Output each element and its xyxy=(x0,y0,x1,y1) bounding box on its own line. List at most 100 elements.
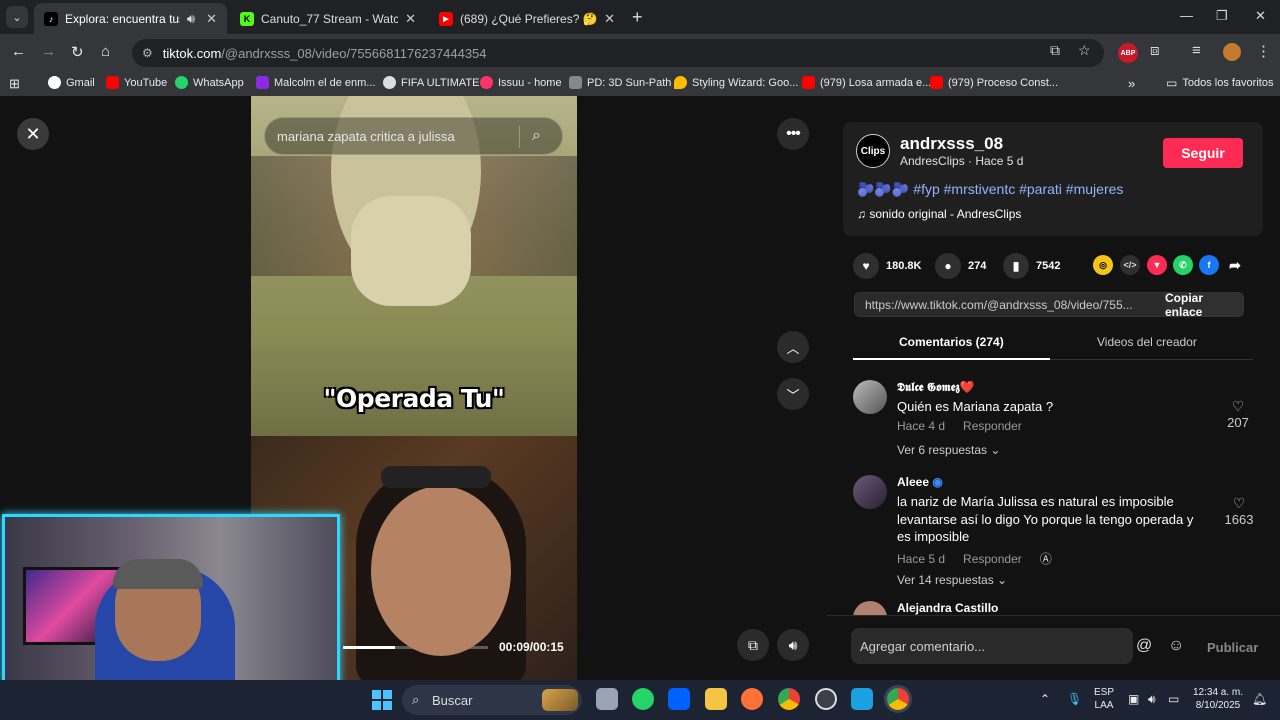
view-replies-button[interactable]: Ver 6 respuestas ⌄ xyxy=(897,443,1000,457)
bookmark-youtube[interactable]: YouTube xyxy=(106,76,167,89)
restore-icon[interactable]: ❐ xyxy=(1216,8,1228,24)
bookmark-styling-wizard[interactable]: Styling Wizard: Goo... xyxy=(674,76,798,89)
previous-video-button[interactable]: ︿ xyxy=(777,331,809,363)
chrome-active-icon[interactable] xyxy=(887,688,909,710)
bookmark-whatsapp[interactable]: WhatsApp xyxy=(175,76,244,89)
hashtags[interactable]: #fyp #mrstiventc #parati #mujeres xyxy=(913,181,1123,197)
reply-button[interactable]: Responder xyxy=(963,419,1022,433)
network-icon[interactable]: ▣ xyxy=(1128,692,1139,706)
send-message-icon[interactable]: ▼ xyxy=(1147,255,1167,275)
copy-link-button[interactable]: Copiar enlace xyxy=(1165,291,1243,319)
apps-grid-icon[interactable]: ⊞ xyxy=(9,76,20,92)
home-icon[interactable]: ⌂ xyxy=(101,43,110,60)
speaker-icon[interactable]: 🔊︎ xyxy=(187,11,195,27)
repost-share-icon[interactable]: ◎ xyxy=(1093,255,1113,275)
language-indicator[interactable]: ESP LAA xyxy=(1094,686,1114,712)
obs-icon[interactable] xyxy=(815,688,837,710)
menu-kebab-icon[interactable]: ⋮ xyxy=(1256,42,1271,60)
reply-button[interactable]: Responder xyxy=(963,552,1022,566)
facebook-share-icon[interactable]: f xyxy=(1199,255,1219,275)
creator-avatar[interactable]: Clips xyxy=(856,134,890,168)
comment-like[interactable]: ♡ 1663 xyxy=(1217,495,1261,527)
all-bookmarks-button[interactable]: ▭ Todos los favoritos xyxy=(1166,76,1273,90)
search-input[interactable]: mariana zapata critica a julissa xyxy=(277,129,455,144)
profile-avatar[interactable] xyxy=(1223,43,1241,61)
install-app-icon[interactable]: ⧉ xyxy=(1050,42,1060,59)
embed-code-icon[interactable]: </> xyxy=(1120,255,1140,275)
new-tab-button[interactable]: + xyxy=(632,7,643,28)
close-tab-icon[interactable]: ✕ xyxy=(604,11,615,27)
forward-arrow-icon[interactable]: → xyxy=(41,43,56,60)
bookmark-losa[interactable]: (979) Losa armada e... xyxy=(802,76,931,89)
window-close-icon[interactable]: ✕ xyxy=(1255,8,1266,24)
bookmark-star-icon[interactable]: ☆ xyxy=(1078,42,1091,59)
tab-creator-videos[interactable]: Videos del creador xyxy=(1097,335,1197,349)
commenter-name[interactable]: Aleee ◉ xyxy=(897,475,943,489)
search-icon[interactable]: ⌕ xyxy=(532,127,541,145)
minimize-icon[interactable]: — xyxy=(1180,8,1193,23)
next-video-button[interactable]: ﹀ xyxy=(777,378,809,410)
file-explorer-icon[interactable] xyxy=(705,688,727,710)
more-options-button[interactable]: ••• xyxy=(777,118,809,150)
commenter-avatar[interactable] xyxy=(853,475,887,509)
mention-icon[interactable]: @ xyxy=(1136,637,1152,655)
like-stat[interactable]: ♥ 180.8K xyxy=(853,253,921,279)
commenter-name[interactable]: 𝕯𝖚𝖑𝖈𝖊 𝕲𝖔𝖒𝖊𝖟❤️ xyxy=(897,380,975,395)
whatsapp-app-icon[interactable] xyxy=(632,688,654,710)
address-bar[interactable]: ⚙ tiktok.com/@andrxsss_08/video/75566811… xyxy=(132,39,1104,67)
view-replies-button[interactable]: Ver 14 respuestas ⌄ xyxy=(897,573,1007,587)
bookmark-malcolm[interactable]: Malcolm el de enm... xyxy=(256,76,375,89)
microphone-icon[interactable]: 🎙︎ xyxy=(1067,692,1082,706)
battery-icon[interactable]: ▭ xyxy=(1168,692,1179,706)
publish-button[interactable]: Publicar xyxy=(1207,640,1258,655)
follow-button[interactable]: Seguir xyxy=(1163,138,1243,168)
close-video-button[interactable]: ✕ xyxy=(17,118,49,150)
bookmark-sunpath[interactable]: PD: 3D Sun-Path xyxy=(569,76,671,89)
tab-tiktok[interactable]: ♪ Explora: encuentra tus videos 🔊︎ ✕ xyxy=(34,3,227,34)
floating-player-button[interactable]: ⧉ xyxy=(737,629,769,661)
chrome-icon[interactable] xyxy=(778,688,800,710)
bookmarks-overflow-button[interactable]: » xyxy=(1128,76,1135,91)
media-control-icon[interactable]: ≡ xyxy=(1192,42,1201,59)
search-bar[interactable]: mariana zapata critica a julissa ⌕ xyxy=(264,117,563,155)
commenter-name[interactable]: Alejandra Castillo xyxy=(897,601,998,615)
bookmark-gmail[interactable]: Gmail xyxy=(48,76,95,89)
tab-kick[interactable]: K Canuto_77 Stream - Watch Live ✕ xyxy=(230,3,426,34)
dropbox-app-icon[interactable] xyxy=(668,688,690,710)
clock[interactable]: 12:34 a. m. 8/10/2025 xyxy=(1192,686,1244,712)
creator-username[interactable]: andrxsss_08 xyxy=(900,134,1003,154)
whatsapp-share-icon[interactable]: ✆ xyxy=(1173,255,1193,275)
commenter-avatar[interactable] xyxy=(853,601,887,615)
windows-start-icon[interactable] xyxy=(372,690,392,710)
facebook-app-icon[interactable] xyxy=(851,688,873,710)
save-stat[interactable]: ▮ 7542 xyxy=(1003,253,1060,279)
bookmark-issuu[interactable]: Issuu - home xyxy=(480,76,562,89)
emoji-icon[interactable]: ☺ xyxy=(1168,637,1184,655)
close-tab-icon[interactable]: ✕ xyxy=(206,11,217,27)
add-comment-input[interactable]: Agregar comentario... xyxy=(851,628,1133,664)
comment-like[interactable]: ♡ 207 xyxy=(1223,398,1253,430)
taskbar-search[interactable]: ⌕ Buscar xyxy=(402,685,582,715)
back-arrow-icon[interactable]: ← xyxy=(11,43,26,60)
commenter-avatar[interactable] xyxy=(853,380,887,414)
notifications-icon[interactable]: 🔔︎ xyxy=(1252,692,1267,706)
comment-stat[interactable]: ● 274 xyxy=(935,253,986,279)
reload-icon[interactable]: ↻ xyxy=(71,43,84,61)
share-arrow-icon[interactable]: ➦ xyxy=(1225,255,1245,275)
site-info-icon[interactable]: ⚙ xyxy=(142,46,153,60)
sound-link[interactable]: ♫ sonido original - AndresClips xyxy=(857,207,1021,221)
firefox-icon[interactable] xyxy=(741,688,763,710)
speaker-icon[interactable]: 🔊︎ xyxy=(1148,692,1156,707)
volume-button[interactable]: 🔊︎ xyxy=(777,629,809,661)
bookmark-proceso[interactable]: (979) Proceso Const... xyxy=(930,76,1058,89)
bookmark-fifa[interactable]: FIFA ULTIMATE xyxy=(383,76,479,89)
adblock-extension-icon[interactable]: ABP xyxy=(1118,43,1138,63)
tab-youtube[interactable]: ▶ (689) ¿Qué Prefieres? 🤔👀 Sit ✕ xyxy=(429,3,625,34)
tray-overflow-icon[interactable]: ⌃ xyxy=(1040,692,1050,706)
extensions-icon[interactable]: ⧈ xyxy=(1150,42,1160,59)
task-view-icon[interactable] xyxy=(596,688,618,710)
close-tab-icon[interactable]: ✕ xyxy=(405,11,416,27)
tab-comments[interactable]: Comentarios (274) xyxy=(899,335,1004,349)
tab-search-button[interactable]: ⌄ xyxy=(6,6,28,28)
video-link-field[interactable]: https://www.tiktok.com/@andrxsss_08/vide… xyxy=(854,291,1244,319)
